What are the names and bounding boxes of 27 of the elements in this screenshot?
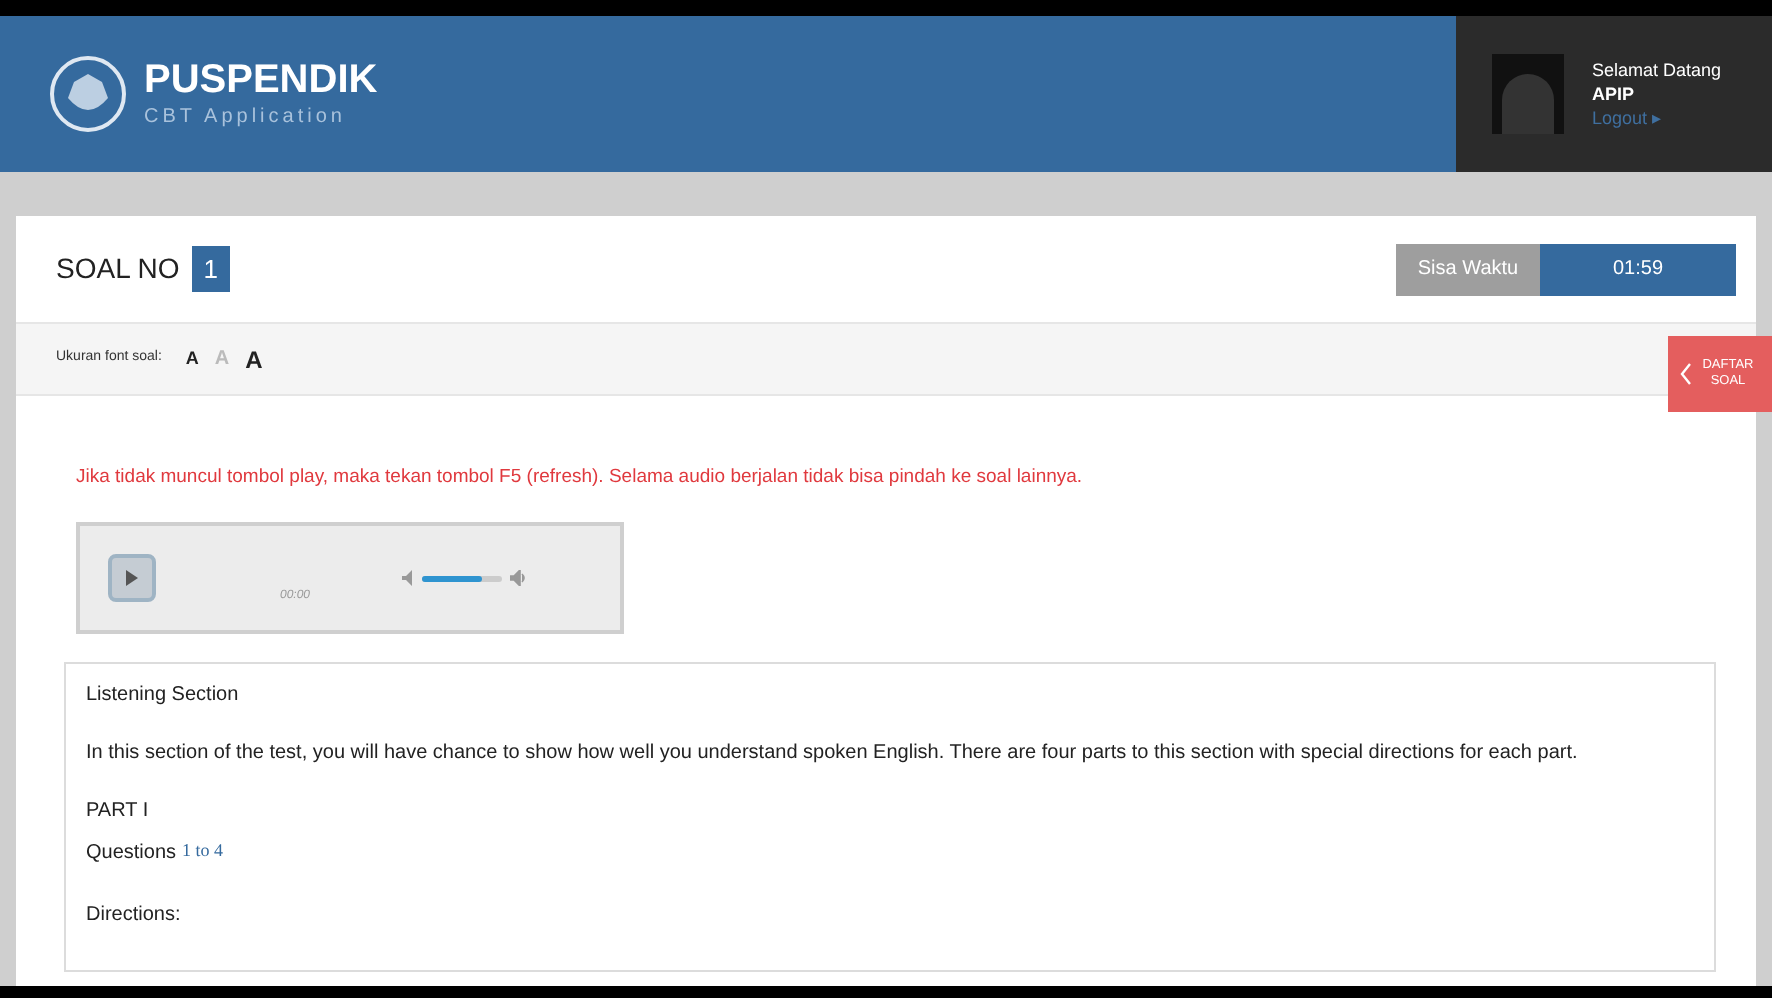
emblem-logo-icon (48, 54, 128, 134)
part-heading: PART I (86, 798, 151, 827)
logout-link[interactable]: Logout ▸ (1592, 106, 1722, 130)
notice-text: Jika tidak muncul tombol play, maka tekan tombol F5 (refresh). Selama audio berjalan tidak bisa pindah ke soal lainnya. (76, 464, 1085, 492)
greeting-text: Selamat Datang (1592, 58, 1722, 82)
volume-slider[interactable] (422, 575, 503, 582)
font-size-option[interactable]: A (214, 344, 230, 374)
questions-label: Questions (86, 840, 177, 869)
play-icon (124, 570, 140, 587)
section-paragraph: In this section of the test, you will have chance to show how well you understand spoken English. There are four parts to this section with special directions for each part. (86, 740, 1580, 769)
volume-high-icon (510, 570, 529, 587)
avatar-icon (1492, 54, 1564, 134)
questions-range: 1 to 4 (182, 838, 224, 865)
font-size-option[interactable]: A (245, 341, 263, 377)
question-number: 1 (191, 245, 230, 293)
app-subtitle: CBT Application (144, 103, 348, 131)
timer-label: Sisa Waktu (1396, 243, 1540, 295)
play-button[interactable] (108, 554, 156, 603)
chevron-left-icon (1680, 362, 1692, 386)
user-name: APIP (1592, 82, 1637, 106)
timer-value: 01:59 (1540, 243, 1736, 295)
app-title: PUSPENDIK (144, 57, 378, 101)
volume-low-icon (402, 570, 415, 587)
question-label: SOAL NO (56, 250, 180, 288)
section-heading: Listening Section (86, 682, 241, 711)
font-size-option[interactable]: A (185, 345, 199, 373)
directions-label: Directions: (86, 902, 183, 931)
